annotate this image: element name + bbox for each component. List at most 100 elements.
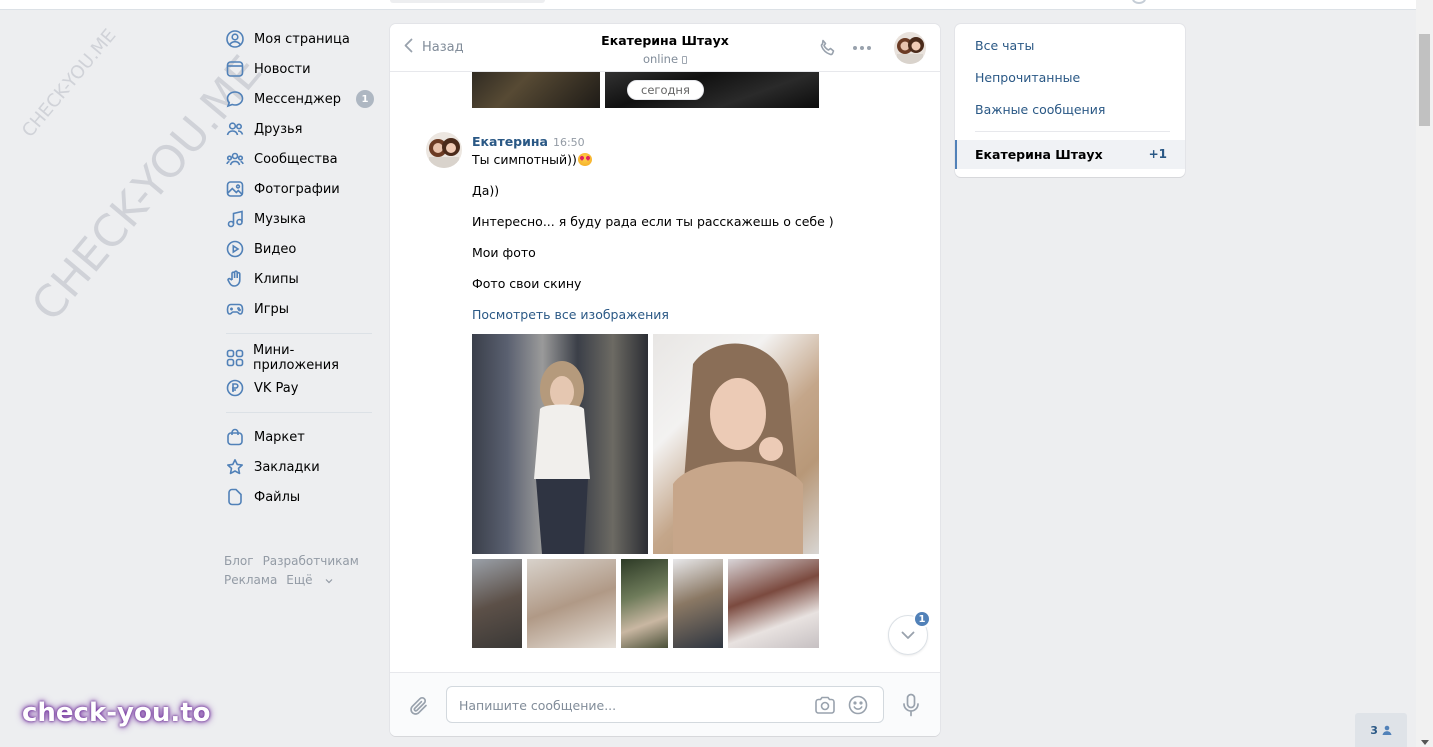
voice-message-button[interactable] [902,693,920,721]
filter-all-chats[interactable]: Все чаты [975,38,1034,53]
message-input[interactable] [459,696,799,714]
panel-divider [975,131,1170,132]
message-avatar[interactable] [426,132,462,168]
nav-label: Видео [254,241,297,257]
chat-filter-panel: Все чаты Непрочитанные Важные сообщения … [955,24,1185,177]
nav-label: Моя страница [254,31,350,47]
user-circle-icon [225,29,245,49]
filter-important[interactable]: Важные сообщения [975,102,1105,117]
chat-avatar[interactable] [894,32,926,64]
nav-item-games[interactable]: Игры [224,294,374,324]
scroll-down-button[interactable]: 1 [888,610,931,655]
active-chat-item[interactable]: Екатерина Штаух +1 [955,140,1185,169]
nav-item-music[interactable]: Музыка [224,204,374,234]
nav-divider [226,412,372,413]
music-icon [225,209,245,229]
apps-icon [225,348,244,368]
attached-photo[interactable] [472,559,522,648]
date-divider: сегодня [627,80,704,100]
clips-icon [225,269,245,289]
avatar-image [894,32,926,64]
mobile-icon [682,56,688,64]
top-search-edge[interactable] [390,0,545,3]
communities-icon [225,149,245,169]
attach-button[interactable] [408,695,430,721]
nav-item-market[interactable]: Маркет [224,422,374,452]
more-dot [853,46,857,50]
scroll-down-arrow-icon[interactable] [1421,740,1429,745]
footer-link-more[interactable]: Ещё [286,573,333,587]
attached-photo[interactable] [472,334,648,554]
camera-button[interactable] [814,696,836,719]
nav-item-bookmarks[interactable]: Закладки [224,452,374,482]
heart-eyes-emoji-icon [577,153,592,166]
chat-status: online [390,52,940,66]
more-button[interactable] [853,46,871,50]
left-nav: Моя страница Новости Мессенджер 1 Друзья… [224,24,374,590]
filter-unread[interactable]: Непрочитанные [975,70,1080,85]
message-text: Ты симпотный)) [472,152,592,167]
message-history[interactable]: сегодня Екатерина 16:50 Ты симпотный)) Да… [390,72,940,672]
message-text: Да)) [472,183,500,198]
footer-link-blog[interactable]: Блог [224,554,254,568]
message-header: Екатерина 16:50 [472,134,585,149]
star-icon [225,457,245,477]
nav-item-mini-apps[interactable]: Мини-приложения [224,343,374,373]
top-right-icon[interactable] [1132,0,1146,4]
message-text: Мои фото [472,245,536,260]
emoji-button[interactable] [848,695,868,719]
nav-label: Закладки [254,459,320,475]
nav-item-messenger[interactable]: Мессенджер 1 [224,84,374,114]
footer-more-label: Ещё [286,573,313,587]
nav-item-video[interactable]: Видео [224,234,374,264]
vkpay-icon [225,378,245,398]
bottom-people-widget[interactable]: 3 [1355,713,1407,747]
attached-photo[interactable] [621,559,668,648]
nav-item-files[interactable]: Файлы [224,482,374,512]
chat-header: Назад Екатерина Штаух online [390,24,940,72]
active-chat-name: Екатерина Штаух [975,147,1103,162]
photo-figure [534,361,590,554]
photo-icon [225,179,245,199]
message-time[interactable]: 16:50 [553,136,585,149]
smile-icon [848,695,868,715]
friends-icon [225,119,245,139]
message-input-box[interactable] [446,686,884,723]
nav-label: Мини-приложения [253,343,339,373]
photo-figure [673,343,803,554]
nav-label: Файлы [254,489,301,505]
message-author[interactable]: Екатерина [472,134,548,149]
nav-item-communities[interactable]: Сообщества [224,144,374,174]
file-icon [225,487,245,507]
footer-link-developers[interactable]: Разработчикам [263,554,359,568]
attached-photo[interactable] [728,559,819,648]
message-icon [225,89,245,109]
person-icon [1382,725,1392,735]
nav-label: Фотографии [254,181,340,197]
previous-photo[interactable] [472,72,600,108]
message-text: Фото свои скину [472,276,582,291]
nav-item-photos[interactable]: Фотографии [224,174,374,204]
top-bar [0,0,1416,10]
attached-photo[interactable] [527,559,616,648]
call-button[interactable] [818,38,838,62]
attached-photo[interactable] [653,334,819,554]
nav-item-vk-pay[interactable]: VK Pay [224,373,374,403]
nav-label: Игры [254,301,290,317]
gamepad-icon [225,299,245,319]
nav-item-news[interactable]: Новости [224,54,374,84]
nav-item-my-page[interactable]: Моя страница [224,24,374,54]
nav-label: Клипы [254,271,299,287]
market-icon [225,427,245,447]
footer-link-ads[interactable]: Реклама [224,573,277,587]
nav-label: Мессенджер [254,91,341,107]
nav-item-clips[interactable]: Клипы [224,264,374,294]
page-scrollbar[interactable] [1416,0,1433,747]
scrollbar-thumb[interactable] [1419,34,1430,126]
view-all-images-link[interactable]: Посмотреть все изображения [472,307,669,322]
message-text-content: Ты симпотный)) [472,152,577,167]
avatar-image [426,132,462,168]
chevron-down-icon [901,631,915,639]
attached-photo[interactable] [673,559,723,648]
nav-item-friends[interactable]: Друзья [224,114,374,144]
